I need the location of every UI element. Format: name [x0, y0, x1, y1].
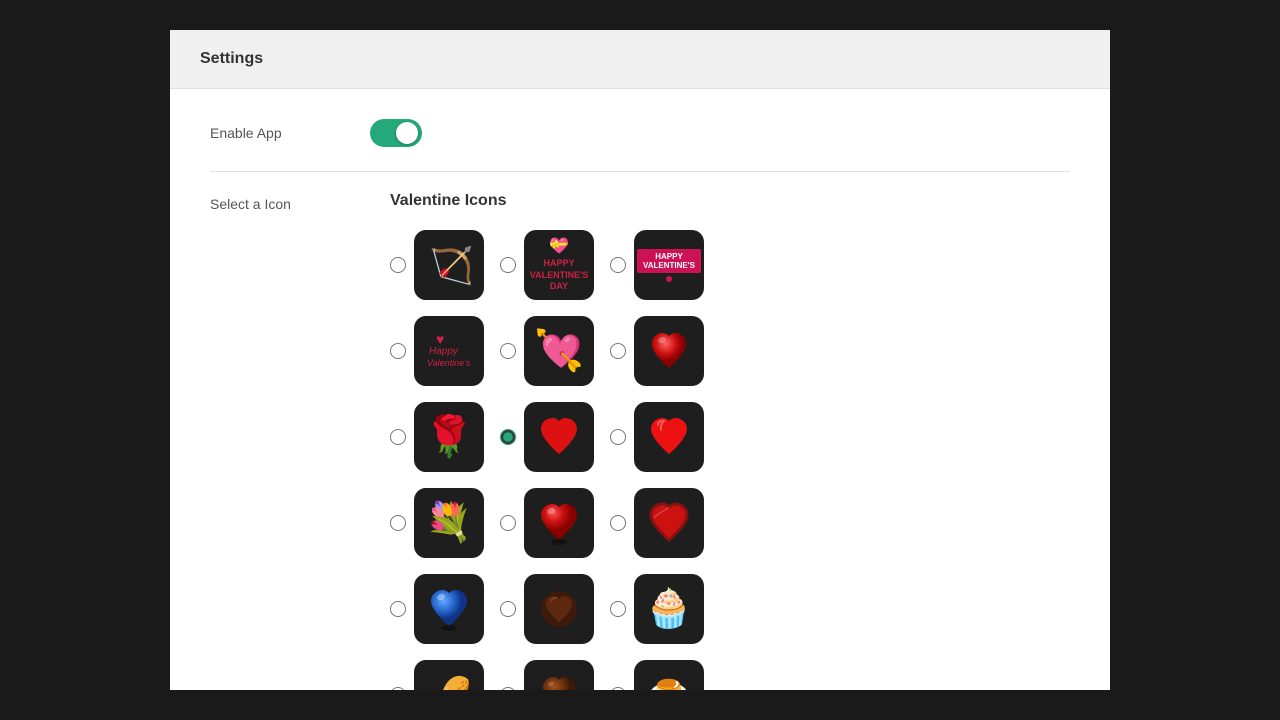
- icon-option-12: [610, 488, 704, 558]
- icon-radio-13[interactable]: [390, 601, 406, 617]
- settings-header: Settings: [170, 30, 1110, 89]
- icon-radio-10[interactable]: [390, 515, 406, 531]
- icon-image-14[interactable]: [524, 574, 594, 644]
- toggle-slider: [370, 119, 422, 147]
- icon-image-15[interactable]: 🧁: [634, 574, 704, 644]
- icon-option-1: 🏹: [390, 230, 484, 300]
- icon-image-13[interactable]: [414, 574, 484, 644]
- icon-image-7[interactable]: 🌹: [414, 402, 484, 472]
- icon-option-13: [390, 574, 484, 644]
- icon-radio-11[interactable]: [500, 515, 516, 531]
- icon-image-2[interactable]: 💝 HAPPYVALENTINE'SDAY: [524, 230, 594, 300]
- icon-image-4[interactable]: Happy Valentine's ♥: [414, 316, 484, 386]
- icon-radio-9[interactable]: [610, 429, 626, 445]
- icon-radio-5[interactable]: [500, 343, 516, 359]
- icon-radio-2[interactable]: [500, 257, 516, 273]
- icon-option-3: HAPPYVALENTINE'S: [610, 230, 704, 300]
- svg-text:♥: ♥: [436, 331, 444, 347]
- icon-radio-15[interactable]: [610, 601, 626, 617]
- icon-image-6[interactable]: [634, 316, 704, 386]
- icon-image-12[interactable]: [634, 488, 704, 558]
- icon-radio-1[interactable]: [390, 257, 406, 273]
- enable-app-label: Enable App: [210, 125, 370, 141]
- divider: [210, 171, 1070, 172]
- icon-option-16: 🥜: [390, 660, 484, 690]
- icon-radio-3[interactable]: [610, 257, 626, 273]
- icon-image-3[interactable]: HAPPYVALENTINE'S: [634, 230, 704, 300]
- icon-radio-4[interactable]: [390, 343, 406, 359]
- select-icon-section: Select a Icon Valentine Icons 🏹: [210, 192, 1070, 690]
- settings-content: Enable App Select a Icon Valentine Icons: [170, 89, 1110, 690]
- svg-text:Valentine's: Valentine's: [427, 358, 471, 368]
- icon-option-14: [500, 574, 594, 644]
- svg-text:Happy: Happy: [429, 346, 459, 357]
- enable-app-toggle[interactable]: [370, 119, 422, 147]
- icon-radio-14[interactable]: [500, 601, 516, 617]
- icon-radio-6[interactable]: [610, 343, 626, 359]
- icon-option-8: [500, 402, 594, 472]
- valentine-icons-title: Valentine Icons: [390, 192, 704, 210]
- icon-image-1[interactable]: 🏹: [414, 230, 484, 300]
- icon-image-16[interactable]: 🥜: [414, 660, 484, 690]
- icon-option-4: Happy Valentine's ♥: [390, 316, 484, 386]
- icon-option-15: 🧁: [610, 574, 704, 644]
- icon-image-17[interactable]: [524, 660, 594, 690]
- icon-option-18: 🍮: [610, 660, 704, 690]
- icon-option-11: [500, 488, 594, 558]
- icon-radio-7[interactable]: [390, 429, 406, 445]
- icon-option-9: [610, 402, 704, 472]
- icon-option-5: 💘: [500, 316, 594, 386]
- icon-option-10: 💐: [390, 488, 484, 558]
- icon-radio-16[interactable]: [390, 687, 406, 690]
- select-icon-label: Select a Icon: [210, 196, 370, 212]
- icon-image-10[interactable]: 💐: [414, 488, 484, 558]
- icons-grid: 🏹 💝 HAPPYVALENTINE'SDAY: [390, 230, 704, 690]
- icon-radio-8[interactable]: [500, 429, 516, 445]
- svg-text:🏹: 🏹: [429, 245, 474, 287]
- icon-image-8[interactable]: [524, 402, 594, 472]
- icon-option-2: 💝 HAPPYVALENTINE'SDAY: [500, 230, 594, 300]
- icon-radio-17[interactable]: [500, 687, 516, 690]
- icon-image-11[interactable]: [524, 488, 594, 558]
- icon-option-7: 🌹: [390, 402, 484, 472]
- icon-image-9[interactable]: [634, 402, 704, 472]
- icon-image-5[interactable]: 💘: [524, 316, 594, 386]
- enable-app-row: Enable App: [210, 119, 1070, 147]
- icon-image-18[interactable]: 🍮: [634, 660, 704, 690]
- icons-panel: Valentine Icons 🏹: [390, 192, 704, 690]
- icon-option-6: [610, 316, 704, 386]
- icon-radio-12[interactable]: [610, 515, 626, 531]
- icon-radio-18[interactable]: [610, 687, 626, 690]
- icon-option-17: [500, 660, 594, 690]
